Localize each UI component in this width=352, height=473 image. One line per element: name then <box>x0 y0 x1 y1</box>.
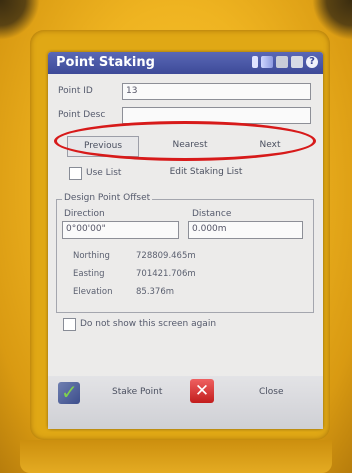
stake-point-button[interactable]: Stake Point <box>112 387 162 397</box>
device-bottom-strip <box>20 440 332 473</box>
distance-input[interactable]: 0.000m <box>188 221 303 239</box>
dont-show-checkbox[interactable] <box>63 318 76 331</box>
northing-label: Northing <box>73 251 110 261</box>
signal-icon <box>261 56 273 68</box>
easting-value: 701421.706m <box>136 269 196 279</box>
status-icons: ? <box>252 56 318 68</box>
battery-icon[interactable] <box>291 56 303 68</box>
point-id-label: Point ID <box>58 86 93 96</box>
northing-value: 728809.465m <box>136 251 196 261</box>
easting-label: Easting <box>73 269 105 279</box>
distance-label: Distance <box>192 209 232 219</box>
point-id-input[interactable]: 13 <box>122 83 311 100</box>
direction-label: Direction <box>64 209 105 219</box>
close-icon[interactable]: ✕ <box>190 379 214 403</box>
elevation-label: Elevation <box>73 287 113 297</box>
highlight-ellipse <box>54 121 316 161</box>
command-bar <box>48 376 323 429</box>
antenna-icon <box>252 56 258 68</box>
radio-icon[interactable] <box>276 56 288 68</box>
device-body: Point Staking ? Point ID 13 Point Desc P… <box>0 0 352 473</box>
window-title: Point Staking <box>56 55 155 70</box>
help-icon[interactable]: ? <box>306 56 318 68</box>
stake-point-icon[interactable] <box>58 380 80 404</box>
direction-input[interactable]: 0°00'00" <box>62 221 179 239</box>
use-list-label: Use List <box>86 168 122 178</box>
edit-staking-list-button[interactable]: Edit Staking List <box>152 163 260 182</box>
close-button[interactable]: Close <box>259 387 284 397</box>
title-bar: Point Staking ? <box>48 52 323 74</box>
design-point-offset-title: Design Point Offset <box>62 193 153 203</box>
dont-show-label: Do not show this screen again <box>80 319 217 329</box>
use-list-checkbox[interactable] <box>69 167 82 180</box>
elevation-value: 85.376m <box>136 287 175 297</box>
point-desc-label: Point Desc <box>58 110 106 120</box>
